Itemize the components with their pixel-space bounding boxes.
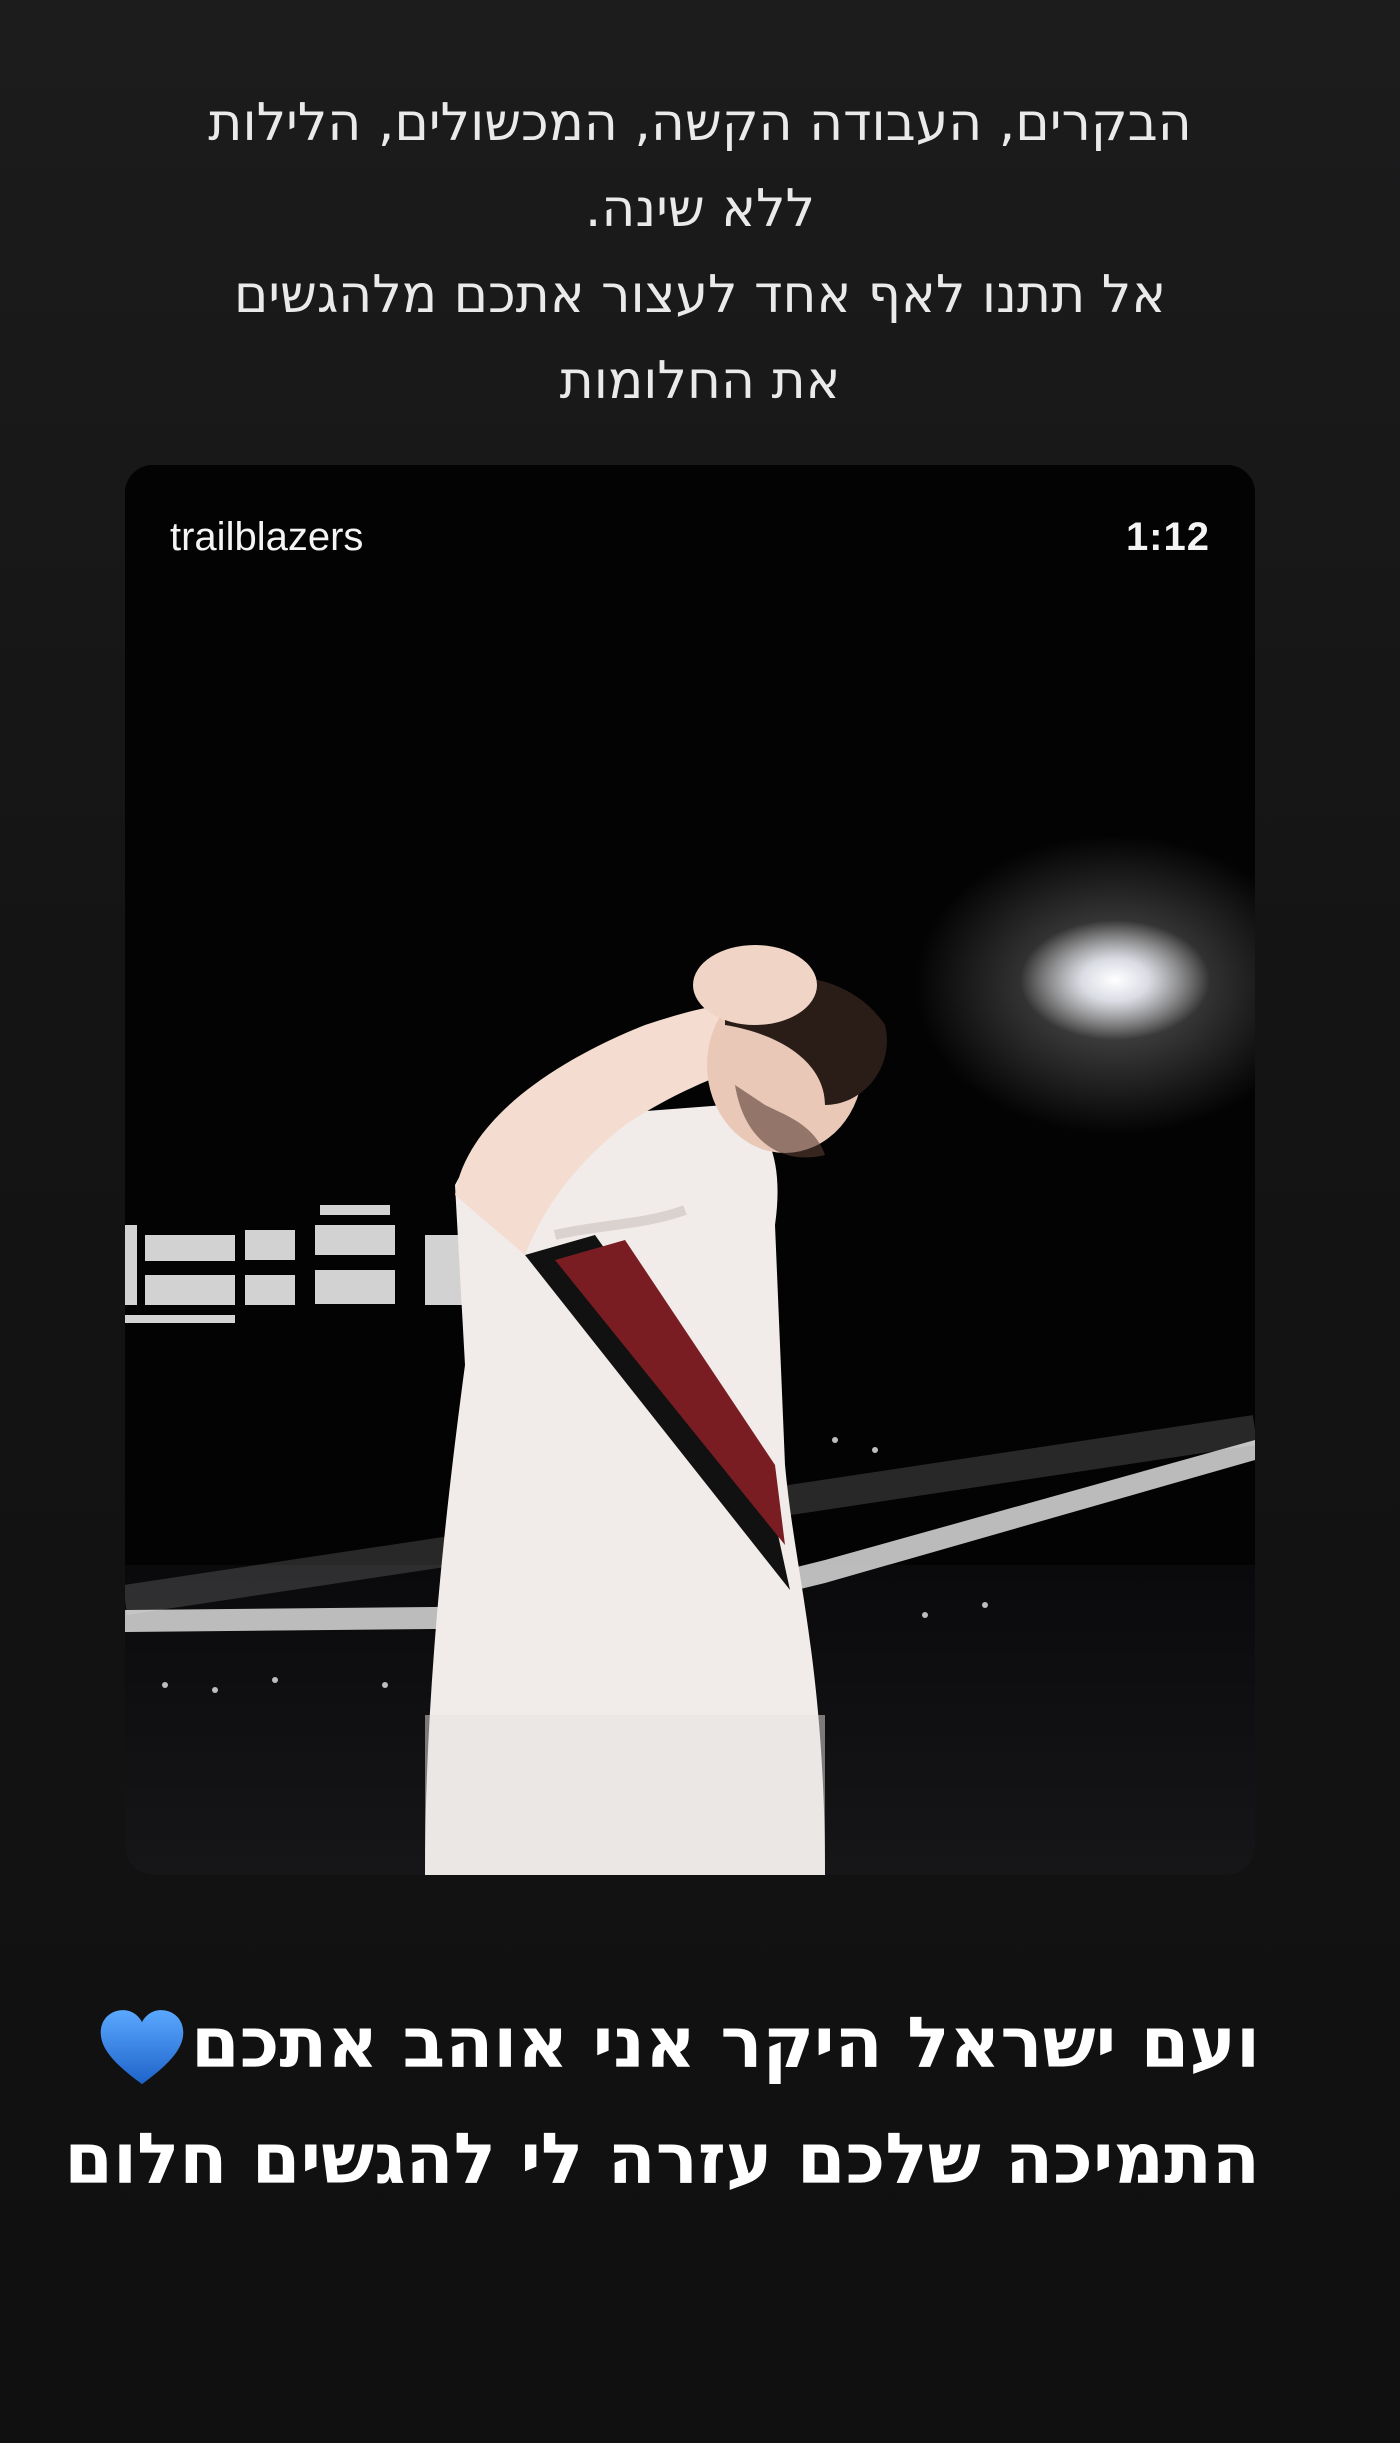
caption-line: ללא שינה. (584, 179, 816, 239)
caption-line: התמיכה שלכם עזרה לי להגשים חלום (64, 2118, 1260, 2200)
caption-line: אל תתנו לאף אחד לעצור אתכם מלהגשים (233, 265, 1167, 325)
caption-line: ועם ישראל היקר אני אוהב אתכם (100, 1985, 1260, 2101)
caption-line: את החלומות (559, 351, 841, 411)
reel-photo (125, 465, 1255, 1875)
blue-heart-icon (100, 2010, 184, 2085)
caption-line-text: ועם ישראל היקר אני אוהב אתכם (190, 2002, 1260, 2084)
story-screen: הבקרים, העבודה הקשה, המכשולים, הלילות לל… (0, 0, 1400, 2443)
reel-duration: 1:12 (1125, 515, 1210, 559)
story-caption-top: הבקרים, העבודה הקשה, המכשולים, הלילות לל… (200, 80, 1200, 424)
story-caption-bottom: ועם ישראל היקר אני אוהב אתכם התמיכה שלכם… (64, 1985, 1260, 2217)
caption-line: הבקרים, העבודה הקשה, המכשולים, הלילות (208, 93, 1192, 153)
shared-reel-card[interactable]: trailblazers 1:12 (125, 465, 1255, 1875)
reel-username[interactable]: trailblazers (170, 515, 363, 560)
